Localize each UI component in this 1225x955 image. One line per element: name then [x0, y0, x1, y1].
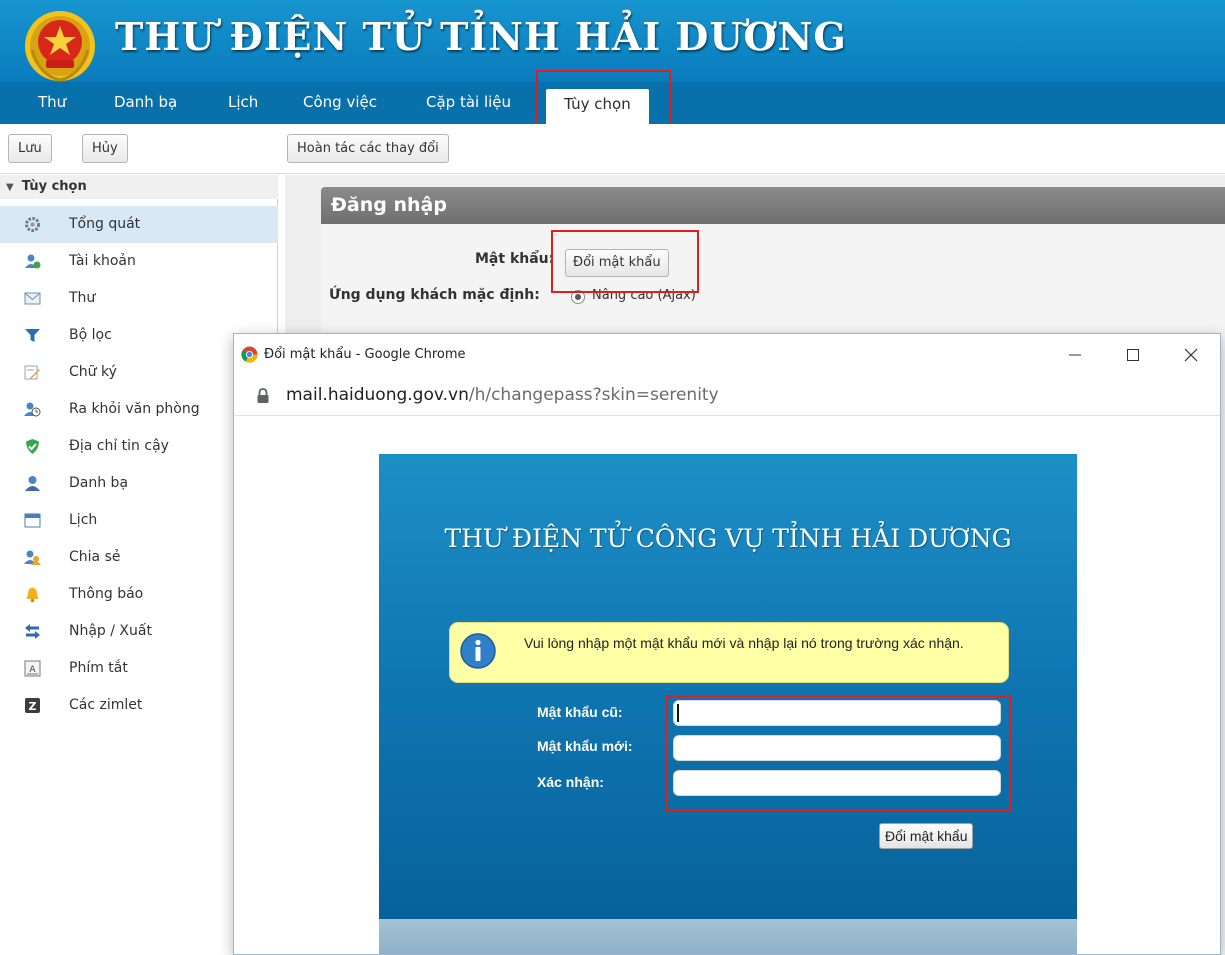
tab-preferences[interactable]: Tùy chọn	[546, 89, 649, 124]
sidebar-header[interactable]: ▼ Tùy chọn	[0, 175, 278, 199]
mail-icon	[24, 292, 41, 305]
password-label: Mật khẩu:	[475, 251, 555, 267]
zimlet-icon: Z	[25, 698, 40, 713]
sidebar-item-label: Thư	[69, 290, 96, 306]
sidebar-item-label: Lịch	[69, 512, 98, 528]
share-icon	[24, 550, 41, 565]
app-title: THƯ ĐIỆN TỬ TỈNH HẢI DƯƠNG	[115, 14, 847, 59]
cancel-button[interactable]: Hủy	[82, 134, 128, 163]
sidebar-header-label: Tùy chọn	[21, 179, 87, 194]
sidebar-item-account[interactable]: Tài khoản	[0, 243, 278, 280]
address-bar[interactable]: mail.haiduong.gov.vn/h/changepass?skin=s…	[234, 376, 1220, 416]
close-button[interactable]	[1162, 334, 1220, 376]
popup-content: THƯ ĐIỆN TỬ CÔNG VỤ TỈNH HẢI DƯƠNG Vui l…	[234, 417, 1220, 954]
confirm-password-label: Xác nhận:	[537, 774, 604, 790]
change-password-popup: Đổi mật khẩu - Google Chrome mail.haiduo…	[233, 333, 1221, 955]
contact-icon	[25, 476, 40, 491]
app-header: THƯ ĐIỆN TỬ TỈNH HẢI DƯƠNG	[0, 0, 1225, 82]
toolbar: Lưu Hủy Hoàn tác các thay đổi	[0, 124, 1225, 174]
tab-briefcase[interactable]: Cặp tài liệu	[426, 82, 511, 124]
sidebar-item-label: Bộ lọc	[69, 327, 112, 343]
sidebar-item-label: Các zimlet	[69, 697, 143, 713]
maximize-button[interactable]	[1104, 334, 1162, 376]
sidebar-item-label: Tài khoản	[69, 253, 136, 269]
tab-contacts[interactable]: Danh bạ	[114, 82, 177, 124]
ajax-client-radio[interactable]	[571, 290, 585, 304]
ajax-client-label: Nâng cao (Ajax)	[592, 288, 696, 303]
svg-text:Z: Z	[29, 700, 37, 713]
sidebar-item-label: Danh bạ	[69, 475, 129, 491]
bell-icon	[26, 587, 39, 603]
sidebar-item-general[interactable]: Tổng quát	[0, 206, 278, 243]
lock-icon	[257, 388, 269, 403]
url-path: /h/changepass?skin=serenity	[468, 385, 719, 405]
popup-titlebar[interactable]: Đổi mật khẩu - Google Chrome	[234, 334, 1220, 376]
panel-footer	[379, 919, 1077, 954]
change-password-panel: THƯ ĐIỆN TỬ CÔNG VỤ TỈNH HẢI DƯƠNG Vui l…	[379, 454, 1077, 954]
collapse-triangle-icon: ▼	[6, 182, 14, 193]
minimize-button[interactable]	[1046, 334, 1104, 376]
login-section-title: Đăng nhập	[321, 187, 1225, 224]
sidebar-item-label: Phím tắt	[69, 660, 128, 676]
maximize-icon	[1127, 349, 1139, 361]
sidebar-item-label: Chữ ký	[69, 364, 117, 380]
chrome-icon	[241, 346, 258, 363]
submit-change-password-button[interactable]: Đổi mật khẩu	[879, 823, 974, 849]
tab-mail[interactable]: Thư	[38, 82, 66, 124]
shield-icon	[26, 439, 39, 454]
old-password-label: Mật khẩu cũ:	[537, 704, 623, 720]
sidebar-item-label: Địa chỉ tin cậy	[69, 438, 169, 454]
info-message-box: Vui lòng nhập một mật khẩu mới và nhập l…	[449, 622, 1009, 683]
minimize-icon	[1069, 354, 1081, 356]
tab-calendar[interactable]: Lịch	[228, 82, 258, 124]
sidebar-item-mail[interactable]: Thư	[0, 280, 278, 317]
change-password-button[interactable]: Đổi mật khẩu	[565, 249, 669, 277]
url-host: mail.haiduong.gov.vn	[286, 385, 469, 405]
tab-tasks[interactable]: Công việc	[303, 82, 377, 124]
national-emblem-icon	[25, 11, 95, 82]
calendar-icon	[24, 513, 41, 528]
out-of-office-icon	[24, 402, 41, 417]
sidebar-item-label: Chia sẻ	[69, 549, 121, 565]
default-client-label: Ứng dụng khách mặc định:	[329, 287, 540, 303]
new-password-input[interactable]	[673, 735, 1001, 761]
sidebar-item-label: Ra khỏi văn phòng	[69, 401, 200, 417]
info-message-text: Vui lòng nhập một mật khẩu mới và nhập l…	[524, 635, 964, 651]
confirm-password-input[interactable]	[673, 770, 1001, 796]
import-export-icon	[25, 624, 40, 639]
popup-window-title: Đổi mật khẩu - Google Chrome	[264, 347, 466, 362]
gear-icon	[25, 217, 40, 232]
info-icon	[460, 633, 496, 669]
signature-icon	[24, 365, 40, 380]
new-password-label: Mật khẩu mới:	[537, 738, 633, 754]
undo-changes-button[interactable]: Hoàn tác các thay đổi	[287, 134, 449, 163]
panel-heading: THƯ ĐIỆN TỬ CÔNG VỤ TỈNH HẢI DƯƠNG	[444, 524, 1012, 553]
sidebar-item-label: Tổng quát	[69, 216, 141, 232]
close-icon	[1184, 348, 1198, 362]
text-caret	[677, 704, 679, 722]
filter-icon	[25, 329, 40, 342]
account-icon	[25, 254, 41, 269]
sidebar-item-label: Thông báo	[69, 586, 144, 602]
old-password-input[interactable]	[673, 700, 1001, 726]
keyboard-icon: A	[24, 660, 41, 677]
main-nav: Thư Danh bạ Lịch Công việc Cặp tài liệu …	[0, 82, 1225, 124]
url-text[interactable]: mail.haiduong.gov.vn/h/changepass?skin=s…	[286, 376, 719, 416]
sidebar-item-label: Nhập / Xuất	[69, 623, 152, 639]
save-button[interactable]: Lưu	[8, 134, 52, 163]
